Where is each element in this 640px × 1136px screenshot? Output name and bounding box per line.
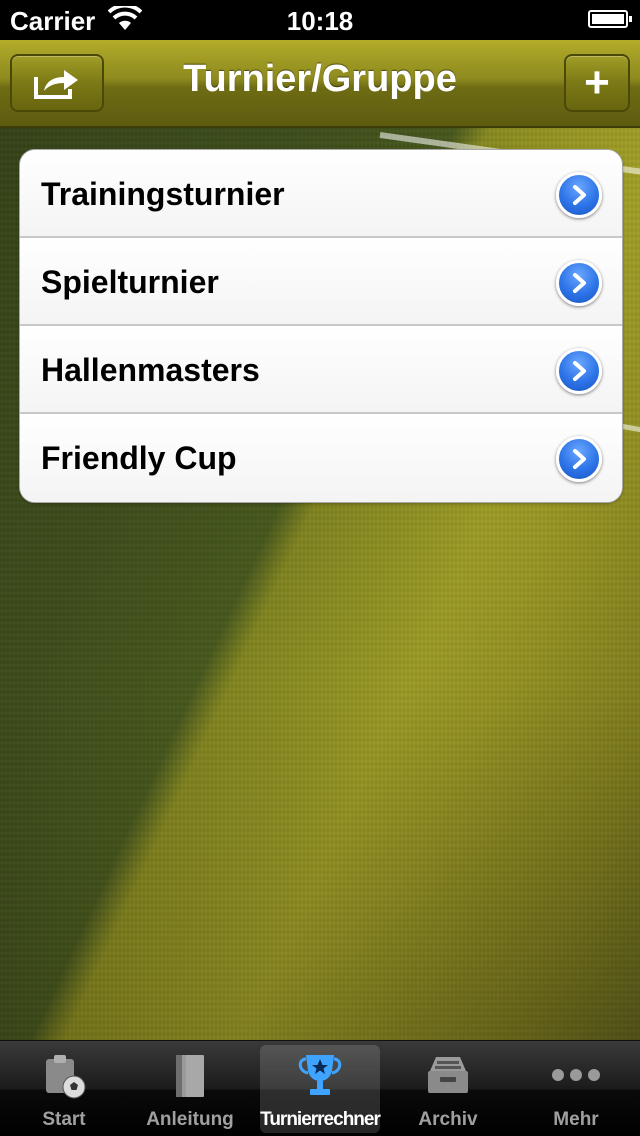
tab-label: Archiv xyxy=(418,1109,478,1130)
disclosure-button-icon[interactable] xyxy=(556,348,602,394)
tab-label: Turnierrechner xyxy=(260,1109,381,1130)
list-item-label: Hallenmasters xyxy=(41,352,260,388)
book-icon xyxy=(176,1055,204,1097)
trophy-icon xyxy=(298,1055,342,1095)
status-bar: Carrier 10:18 xyxy=(0,0,640,40)
add-button[interactable]: + xyxy=(564,54,630,112)
clock: 10:18 xyxy=(286,6,354,36)
battery-icon xyxy=(588,10,632,28)
navigation-bar: Turnier/Gruppe + xyxy=(0,40,640,128)
list-item[interactable]: Hallenmasters xyxy=(20,326,622,414)
disclosure-button-icon[interactable] xyxy=(556,260,602,306)
page-title: Turnier/Gruppe xyxy=(183,58,457,100)
tournament-list: Trainingsturnier Spielturnier Hallenmast… xyxy=(19,149,623,503)
tab-archiv[interactable]: Archiv xyxy=(388,1045,508,1133)
tab-label: Start xyxy=(42,1109,86,1130)
share-button[interactable] xyxy=(10,54,104,112)
archive-tray-icon xyxy=(428,1057,468,1093)
tab-label: Anleitung xyxy=(146,1109,234,1130)
tab-bar: Start Anleitung Turnierrechner Archiv Me… xyxy=(0,1040,640,1136)
list-item-label: Spielturnier xyxy=(41,264,219,300)
tab-label: Mehr xyxy=(553,1109,599,1130)
share-icon xyxy=(34,70,78,99)
list-item-label: Friendly Cup xyxy=(41,440,237,476)
list-item[interactable]: Friendly Cup xyxy=(20,414,622,502)
tab-start[interactable]: Start xyxy=(4,1045,124,1133)
tab-anleitung[interactable]: Anleitung xyxy=(130,1045,250,1133)
list-item-label: Trainingsturnier xyxy=(41,176,285,212)
tab-turnierrechner[interactable]: Turnierrechner xyxy=(260,1045,381,1133)
disclosure-button-icon[interactable] xyxy=(556,172,602,218)
tab-mehr[interactable]: Mehr xyxy=(516,1045,636,1133)
disclosure-button-icon[interactable] xyxy=(556,436,602,482)
list-item[interactable]: Trainingsturnier xyxy=(20,150,622,238)
more-dots-icon xyxy=(552,1069,600,1081)
list-item[interactable]: Spielturnier xyxy=(20,238,622,326)
clipboard-ball-icon xyxy=(46,1055,86,1099)
